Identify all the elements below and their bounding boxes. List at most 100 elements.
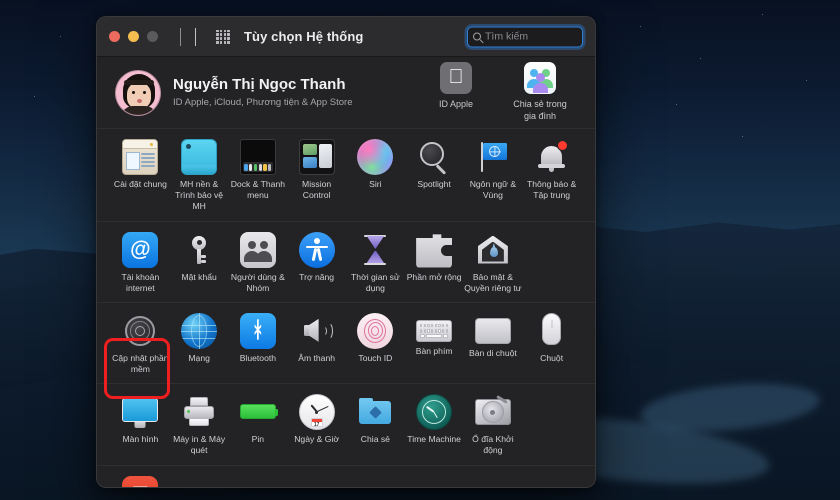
account-subtitle: ID Apple, iCloud, Phương tiện & App Stor… bbox=[173, 96, 353, 108]
pane-touch-id[interactable]: Touch ID bbox=[346, 312, 405, 375]
section-accounts: @ Tài khoản internet Mật khẩu Người dùng… bbox=[97, 222, 595, 303]
search-input[interactable] bbox=[485, 30, 577, 43]
pane-label: Chuột bbox=[540, 352, 564, 363]
system-preferences-window: Tùy chọn Hệ thống Nguyễn Thị Ngọc Thanh … bbox=[96, 16, 596, 488]
pane-label: Ổ đĩa Khởi động bbox=[472, 434, 514, 456]
forward-button[interactable] bbox=[195, 27, 196, 46]
avatar[interactable] bbox=[115, 69, 161, 116]
zoom-button[interactable] bbox=[147, 31, 158, 42]
pane-mission-control[interactable]: Mission Control bbox=[287, 139, 346, 213]
pane-network[interactable]: Mạng bbox=[170, 312, 229, 375]
search-icon bbox=[473, 32, 481, 41]
navigation-buttons bbox=[180, 27, 196, 46]
pane-siri[interactable]: Siri bbox=[346, 139, 405, 213]
section-system: Màn hình Máy in & Máy quét Pin 17 Ngày &… bbox=[97, 384, 595, 466]
startup-disk-icon bbox=[474, 395, 511, 426]
pane-label: Ngày & Giờ bbox=[294, 434, 340, 445]
calendar-day: 17 bbox=[313, 422, 320, 428]
language-region-icon bbox=[475, 139, 511, 175]
apple-logo-icon:  bbox=[440, 62, 472, 95]
pane-label: Siri bbox=[369, 179, 382, 189]
pane-label: Phần mở rộng bbox=[406, 271, 462, 282]
users-groups-icon bbox=[239, 231, 276, 268]
pane-label: Bluetooth bbox=[239, 352, 277, 363]
desktop-screensaver-icon bbox=[181, 139, 218, 175]
pane-trackpad[interactable]: Bàn di chuột bbox=[464, 313, 523, 375]
pane-dock-menubar[interactable]: Dock & Thanh menu bbox=[229, 139, 288, 213]
dock-menubar-icon bbox=[239, 139, 276, 175]
window-titlebar: Tùy chọn Hệ thống bbox=[97, 17, 595, 57]
family-sharing-tile[interactable]: Chia sẻ trong gia đình bbox=[509, 62, 571, 122]
pane-mouse[interactable]: Chuột bbox=[522, 312, 581, 375]
pane-keyboard[interactable]: Bàn phím bbox=[405, 313, 464, 375]
pane-label: Time Machine bbox=[407, 434, 461, 445]
tuxera-glyph: T bbox=[133, 482, 148, 487]
pane-software-update[interactable]: Cập nhật phần mềm bbox=[111, 313, 170, 375]
back-button[interactable] bbox=[180, 27, 181, 46]
pane-label: Bàn di chuột bbox=[468, 347, 517, 358]
preference-panes-content: Cài đặt chung MH nền & Trình bảo vệ MH D… bbox=[97, 129, 595, 487]
security-privacy-icon bbox=[475, 232, 511, 268]
show-all-grid-icon[interactable] bbox=[216, 29, 230, 44]
pane-extensions[interactable]: Phần mở rộng bbox=[405, 232, 464, 294]
pane-passwords[interactable]: Mật khẩu bbox=[170, 232, 229, 294]
spotlight-icon bbox=[416, 139, 452, 175]
passwords-key-icon bbox=[181, 232, 217, 268]
pane-label: Cập nhật phần mềm bbox=[112, 352, 169, 375]
pane-screen-time[interactable]: Thời gian sử dụng bbox=[346, 232, 405, 294]
pane-date-time[interactable]: 17 Ngày & Giờ bbox=[287, 394, 346, 456]
pane-label: Thông báo & Tập trung bbox=[527, 179, 577, 201]
pane-label: Chia sẻ bbox=[360, 434, 390, 445]
pane-notifications-focus[interactable]: Thông báo & Tập trung bbox=[522, 139, 581, 213]
pane-label: Máy in & Máy quét bbox=[173, 434, 226, 456]
close-button[interactable] bbox=[109, 31, 120, 42]
search-field-container[interactable] bbox=[467, 26, 583, 47]
notifications-focus-icon bbox=[534, 139, 570, 175]
pane-users-groups[interactable]: Người dùng & Nhóm bbox=[229, 231, 288, 294]
pane-sharing[interactable]: Chia sẻ bbox=[346, 394, 405, 456]
pane-language-region[interactable]: Ngôn ngữ & Vùng bbox=[464, 139, 523, 213]
apple-id-tile[interactable]:  ID Apple bbox=[425, 62, 487, 111]
family-sharing-tile-label: Chia sẻ trong gia đình bbox=[513, 99, 567, 121]
pane-label: Thời gian sử dụng bbox=[351, 271, 400, 293]
displays-icon-wrap bbox=[122, 394, 159, 430]
pane-label: Dock & Thanh menu bbox=[230, 179, 286, 201]
notification-badge bbox=[556, 140, 568, 151]
startup-disk-icon-wrap bbox=[474, 394, 511, 430]
pane-label: Bàn phím bbox=[415, 345, 453, 356]
pane-accessibility[interactable]: Trợ năng bbox=[287, 231, 346, 294]
pane-general[interactable]: Cài đặt chung bbox=[111, 139, 170, 213]
pane-security-privacy[interactable]: Bảo mật & Quyền riêng tư bbox=[464, 232, 523, 294]
pane-internet-accounts[interactable]: @ Tài khoản internet bbox=[111, 231, 170, 294]
pane-row: Cập nhật phần mềm Mạng ᚼ Bluetooth Âm th… bbox=[111, 312, 581, 375]
pane-battery[interactable]: Pin bbox=[229, 394, 288, 456]
minimize-button[interactable] bbox=[128, 31, 139, 42]
general-icon bbox=[122, 139, 159, 175]
account-tiles:  ID Apple Chia sẻ trong gia đình bbox=[425, 62, 571, 122]
pane-label: Spotlight bbox=[417, 179, 451, 189]
family-sharing-icon bbox=[524, 62, 556, 95]
pane-tuxera-ntfs[interactable]: T Tuxera NTFS bbox=[111, 475, 170, 487]
pane-time-machine[interactable]: Time Machine bbox=[405, 394, 464, 456]
apple-id-account-row[interactable]: Nguyễn Thị Ngọc Thanh ID Apple, iCloud, … bbox=[97, 57, 595, 129]
pane-sound[interactable]: Âm thanh bbox=[287, 313, 346, 375]
screen-time-icon bbox=[357, 232, 393, 268]
pane-spotlight[interactable]: Spotlight bbox=[405, 139, 464, 213]
extensions-puzzle-icon bbox=[416, 234, 453, 268]
pane-label: Mạng bbox=[188, 352, 210, 363]
time-machine-icon bbox=[416, 394, 453, 431]
pane-row: T Tuxera NTFS bbox=[111, 475, 581, 487]
mouse-icon bbox=[542, 312, 562, 345]
pane-startup-disk[interactable]: Ổ đĩa Khởi động bbox=[464, 394, 523, 456]
displays-icon bbox=[122, 398, 159, 429]
siri-icon bbox=[357, 139, 394, 175]
internet-accounts-icon: @ bbox=[122, 231, 159, 268]
pane-label: Mật khẩu bbox=[181, 271, 217, 282]
apple-id-tile-label: ID Apple bbox=[438, 99, 474, 110]
pane-label: Bảo mật & Quyền riêng tư bbox=[464, 271, 522, 293]
pane-displays[interactable]: Màn hình bbox=[111, 394, 170, 456]
pane-printers-scanners[interactable]: Máy in & Máy quét bbox=[170, 394, 229, 456]
pane-bluetooth[interactable]: ᚼ Bluetooth bbox=[229, 312, 288, 375]
pane-desktop-screensaver[interactable]: MH nền & Trình bảo vệ MH bbox=[170, 139, 229, 213]
battery-icon-wrap bbox=[239, 394, 279, 430]
